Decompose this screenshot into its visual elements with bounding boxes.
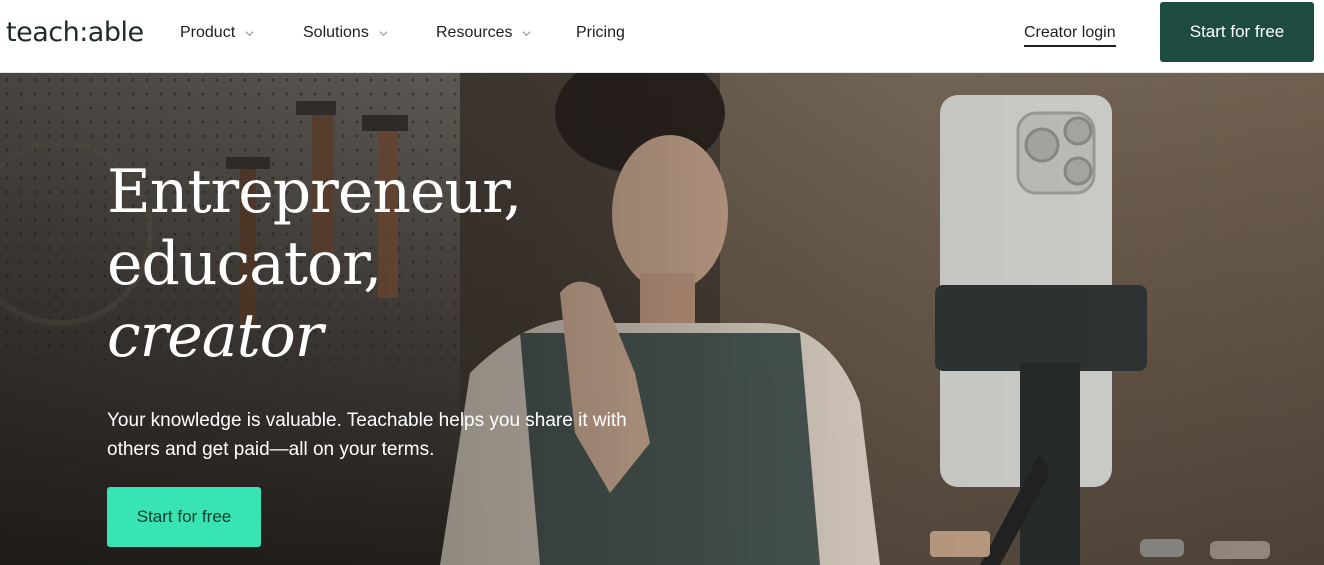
chevron-down-icon xyxy=(379,30,388,36)
start-for-free-button-header[interactable]: Start for free xyxy=(1160,2,1314,62)
chevron-down-icon xyxy=(522,30,531,36)
chevron-down-icon xyxy=(245,30,254,36)
nav-pricing-label: Pricing xyxy=(576,24,625,41)
nav-pricing[interactable]: Pricing xyxy=(576,24,625,42)
nav-product[interactable]: Product xyxy=(180,24,254,42)
hero-subtext: Your knowledge is valuable. Teachable he… xyxy=(107,410,627,460)
hero-headline: Entrepreneur, educator, creator xyxy=(107,156,522,372)
nav-solutions[interactable]: Solutions xyxy=(303,24,388,42)
hero-section: Entrepreneur, educator, creator Your kno… xyxy=(0,73,1324,565)
headline-line-3: creator xyxy=(107,301,323,371)
headline-line-1: Entrepreneur, xyxy=(107,157,522,227)
teachable-logo[interactable]: teach:able xyxy=(6,17,144,48)
nav-resources[interactable]: Resources xyxy=(436,24,531,42)
top-navigation: teach:able Product Solutions Resources P… xyxy=(0,0,1324,73)
start-for-free-button-hero[interactable]: Start for free xyxy=(107,487,261,547)
nav-solutions-label: Solutions xyxy=(303,24,369,41)
headline-line-2: educator, xyxy=(107,229,382,299)
creator-login-link[interactable]: Creator login xyxy=(1024,24,1116,47)
nav-resources-label: Resources xyxy=(436,24,513,41)
nav-product-label: Product xyxy=(180,24,236,41)
